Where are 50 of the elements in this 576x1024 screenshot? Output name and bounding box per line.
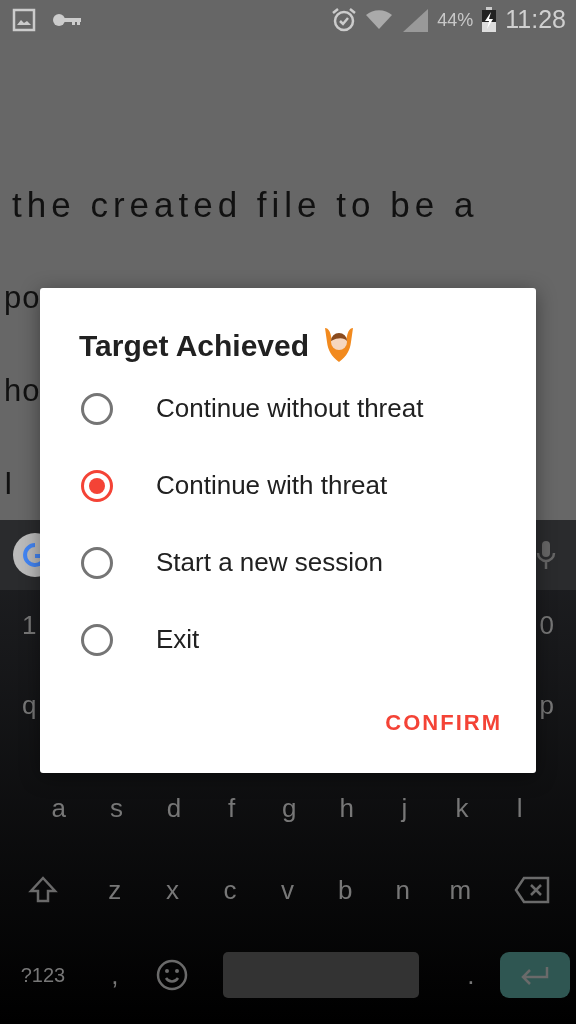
handwritten-text: the created file to be a xyxy=(11,184,479,226)
keyboard-key[interactable]: b xyxy=(316,870,374,910)
keyboard-key[interactable]: 0 xyxy=(539,605,554,645)
keyboard-key[interactable]: j xyxy=(375,788,434,828)
key-icon xyxy=(52,13,82,27)
backspace-icon[interactable] xyxy=(514,876,551,904)
keyboard-key[interactable]: z xyxy=(86,870,144,910)
radio-button[interactable] xyxy=(81,392,113,425)
battery-charging-icon xyxy=(481,7,498,33)
handwritten-text: I xyxy=(4,465,14,503)
keyboard-key[interactable]: n xyxy=(373,870,432,910)
keyboard-key[interactable]: k xyxy=(433,788,491,828)
keyboard-key[interactable]: l xyxy=(490,788,549,828)
keyboard-key[interactable]: c xyxy=(201,870,259,910)
radio-button[interactable] xyxy=(81,546,113,579)
option-label[interactable]: Start a new session xyxy=(156,543,383,582)
symbols-key[interactable]: ?123 xyxy=(20,960,66,990)
battery-percent: 44% xyxy=(437,8,474,32)
option-label[interactable]: Exit xyxy=(156,620,200,659)
shift-icon[interactable] xyxy=(28,875,58,905)
radio-button[interactable] xyxy=(81,623,113,656)
radio-button[interactable] xyxy=(81,469,113,502)
alarm-icon xyxy=(331,7,358,33)
handwritten-text: ho xyxy=(4,372,41,410)
image-icon xyxy=(12,8,36,32)
microphone-icon[interactable] xyxy=(536,539,556,571)
keyboard-key[interactable]: 1 xyxy=(22,605,37,645)
enter-key[interactable] xyxy=(499,952,570,998)
keyboard-key[interactable]: f xyxy=(202,788,261,828)
handwritten-text: po xyxy=(4,279,41,317)
keyboard-key[interactable]: q xyxy=(22,685,37,725)
keyboard-key[interactable]: a xyxy=(30,788,88,828)
smiley-icon[interactable] xyxy=(156,959,189,991)
keyboard-key[interactable]: d xyxy=(145,788,203,828)
signal-icon xyxy=(401,7,430,33)
option-label[interactable]: Continue with threat xyxy=(156,466,388,505)
clock-time: 11:28 xyxy=(505,4,566,36)
keyboard-key[interactable]: m xyxy=(431,870,490,910)
keyboard-key[interactable]: v xyxy=(258,870,317,910)
enter-icon xyxy=(519,965,550,985)
keyboard-key[interactable]: g xyxy=(260,788,318,828)
confirm-button[interactable]: CONFIRM xyxy=(375,700,512,745)
option-label[interactable]: Continue without threat xyxy=(156,389,424,428)
dialog-title: Target Achieved xyxy=(79,327,310,364)
keyboard-key[interactable]: p xyxy=(539,685,554,725)
keyboard-key[interactable]: h xyxy=(317,788,376,828)
keyboard-key[interactable]: s xyxy=(87,788,146,828)
comma-key[interactable]: , xyxy=(86,955,144,995)
keyboard-key[interactable]: x xyxy=(143,870,202,910)
period-key[interactable]: . xyxy=(442,955,500,995)
